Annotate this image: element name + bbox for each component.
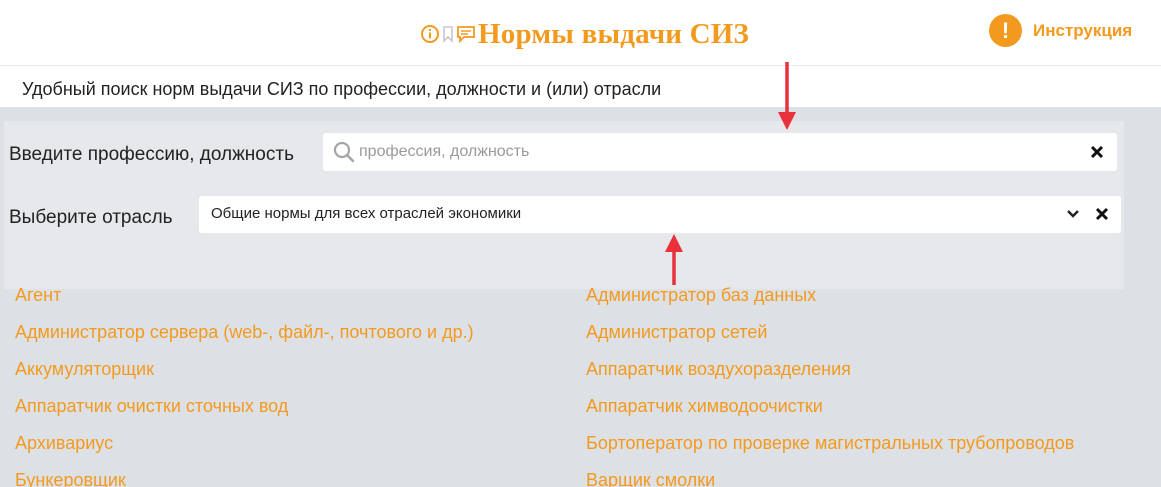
search-icon bbox=[333, 141, 355, 163]
annotation-arrow-down bbox=[778, 62, 796, 130]
profession-link[interactable]: Администратор сервера (web-, файл-, почт… bbox=[15, 322, 474, 343]
header-bar: Нормы выдачи СИЗ ! Инструкция bbox=[0, 0, 1161, 66]
industry-label: Выберите отрасль bbox=[9, 207, 173, 228]
clear-industry-icon[interactable] bbox=[1094, 206, 1110, 222]
page-title: Нормы выдачи СИЗ bbox=[478, 18, 750, 50]
profession-link[interactable]: Администратор сетей bbox=[586, 322, 767, 343]
industry-select[interactable]: Общие нормы для всех отраслей экономики bbox=[199, 196, 1121, 233]
profession-link[interactable]: Аппаратчик химводоочистки bbox=[586, 396, 823, 417]
instruction-label: Инструкция bbox=[1033, 20, 1133, 40]
profession-link[interactable]: Аккумуляторщик bbox=[15, 359, 154, 380]
profession-search-box bbox=[323, 133, 1117, 171]
profession-link[interactable]: Агент bbox=[15, 285, 61, 306]
profession-link[interactable]: Аппаратчик воздухоразделения bbox=[586, 359, 851, 380]
info-icon[interactable] bbox=[420, 24, 440, 44]
page-subtitle: Удобный поиск норм выдачи СИЗ по професс… bbox=[22, 79, 662, 99]
annotation-arrow-up bbox=[665, 234, 683, 285]
profession-link[interactable]: Архивариус bbox=[15, 433, 113, 454]
profession-link[interactable]: Бункеровщик bbox=[15, 470, 126, 487]
profession-search-input[interactable] bbox=[359, 133, 1079, 171]
title-group: Нормы выдачи СИЗ bbox=[420, 18, 749, 50]
profession-link[interactable]: Администратор баз данных bbox=[586, 285, 816, 306]
chevron-down-icon[interactable] bbox=[1066, 208, 1080, 220]
exclamation-icon: ! bbox=[989, 14, 1022, 47]
profession-link[interactable]: Аппаратчик очистки сточных вод bbox=[15, 396, 288, 417]
bookmark-icon[interactable] bbox=[441, 24, 455, 44]
instruction-link[interactable]: ! Инструкция bbox=[989, 14, 1132, 47]
comment-icon[interactable] bbox=[456, 24, 476, 44]
industry-selected-value: Общие нормы для всех отраслей экономики bbox=[211, 205, 522, 222]
profession-label: Введите профессию, должность bbox=[9, 144, 294, 165]
title-icons bbox=[420, 24, 476, 44]
clear-search-icon[interactable] bbox=[1089, 144, 1105, 160]
profession-link[interactable]: Варщик смолки bbox=[586, 470, 715, 487]
profession-link[interactable]: Бортоператор по проверке магистральных т… bbox=[586, 433, 1074, 454]
